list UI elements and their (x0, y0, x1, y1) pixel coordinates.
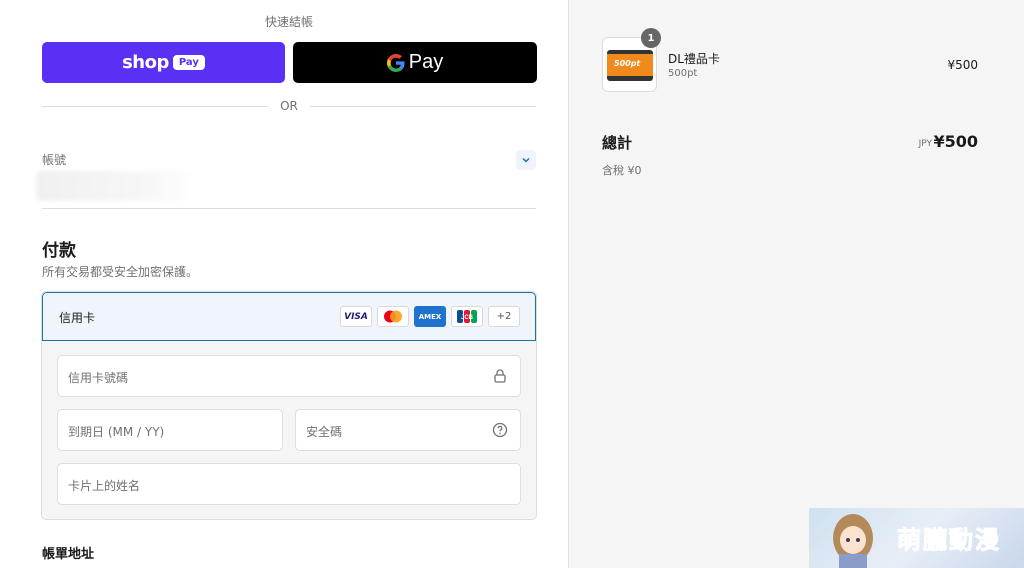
security-code-input[interactable]: 安全碼 (295, 409, 521, 451)
account-divider (42, 208, 536, 209)
checkout-page: 快速結帳 shop Pay Pay OR 帳號 付款 所有交易都受安全加密保護。… (0, 0, 1024, 568)
help-circle-icon[interactable] (492, 422, 508, 438)
checkout-form: 快速結帳 shop Pay Pay OR 帳號 付款 所有交易都受安全加密保護。… (0, 0, 568, 568)
more-brands-badge: +2 (488, 306, 520, 327)
total-currency: JPY (918, 139, 932, 149)
google-g-icon (386, 53, 405, 72)
mastercard-icon (377, 306, 409, 327)
lock-icon (492, 368, 508, 384)
credit-card-label: 信用卡 (59, 311, 96, 325)
product-price: ¥500 (947, 58, 978, 72)
jcb-icon: JCB (451, 306, 483, 327)
amex-icon: AMEX (414, 306, 446, 327)
product-name: DL禮品卡 (668, 52, 720, 66)
product-variant: 500pt (668, 68, 698, 79)
billing-address-title: 帳單地址 (42, 547, 95, 562)
anime-girl-icon (833, 514, 873, 568)
chevron-down-icon[interactable] (516, 150, 536, 170)
credit-card-section: 信用卡 VISA AMEX JCB +2 信用卡號碼 到期日 (MM / YY)… (41, 291, 537, 520)
account-label: 帳號 (42, 153, 67, 167)
google-pay-button[interactable]: Pay (293, 42, 537, 83)
express-checkout-label: 快速結帳 (264, 15, 313, 29)
cardholder-name-input[interactable]: 卡片上的姓名 (57, 463, 521, 505)
card-brands: VISA AMEX JCB +2 (340, 306, 520, 327)
cardholder-name-placeholder: 卡片上的姓名 (68, 479, 141, 493)
google-pay-text: Pay (408, 51, 444, 73)
svg-text:JCB: JCB (461, 315, 474, 321)
or-divider: OR (42, 98, 536, 114)
payment-title: 付款 (42, 241, 76, 261)
expiry-placeholder: 到期日 (MM / YY) (68, 425, 165, 439)
quantity-badge: 1 (641, 28, 661, 48)
account-value-blurred (36, 171, 196, 201)
shop-pay-button[interactable]: shop Pay (42, 42, 285, 83)
security-code-placeholder: 安全碼 (306, 425, 343, 439)
gift-card-image: 500pt (607, 50, 653, 81)
tax-note: 含稅 ¥0 (602, 164, 642, 177)
total-amount: ¥500 (933, 132, 978, 151)
watermark-logo: 萌朧動漫 (809, 508, 1024, 568)
divider-line (310, 106, 536, 107)
expiry-input[interactable]: 到期日 (MM / YY) (57, 409, 283, 451)
card-number-placeholder: 信用卡號碼 (68, 371, 129, 385)
payment-subtitle: 所有交易都受安全加密保護。 (42, 265, 199, 279)
order-summary: 500pt 1 DL禮品卡 500pt ¥500 總計 JPY ¥500 含稅 … (568, 0, 1024, 568)
total-label: 總計 (602, 134, 633, 152)
watermark-text: 萌朧動漫 (897, 526, 1001, 555)
gift-card-image-text: 500pt (614, 59, 641, 68)
shop-pay-logo-text: shop (122, 52, 169, 73)
visa-icon: VISA (340, 306, 372, 327)
card-number-input[interactable]: 信用卡號碼 (57, 355, 521, 397)
shop-pay-pill: Pay (172, 55, 205, 70)
credit-card-option[interactable]: 信用卡 VISA AMEX JCB +2 (42, 292, 536, 341)
